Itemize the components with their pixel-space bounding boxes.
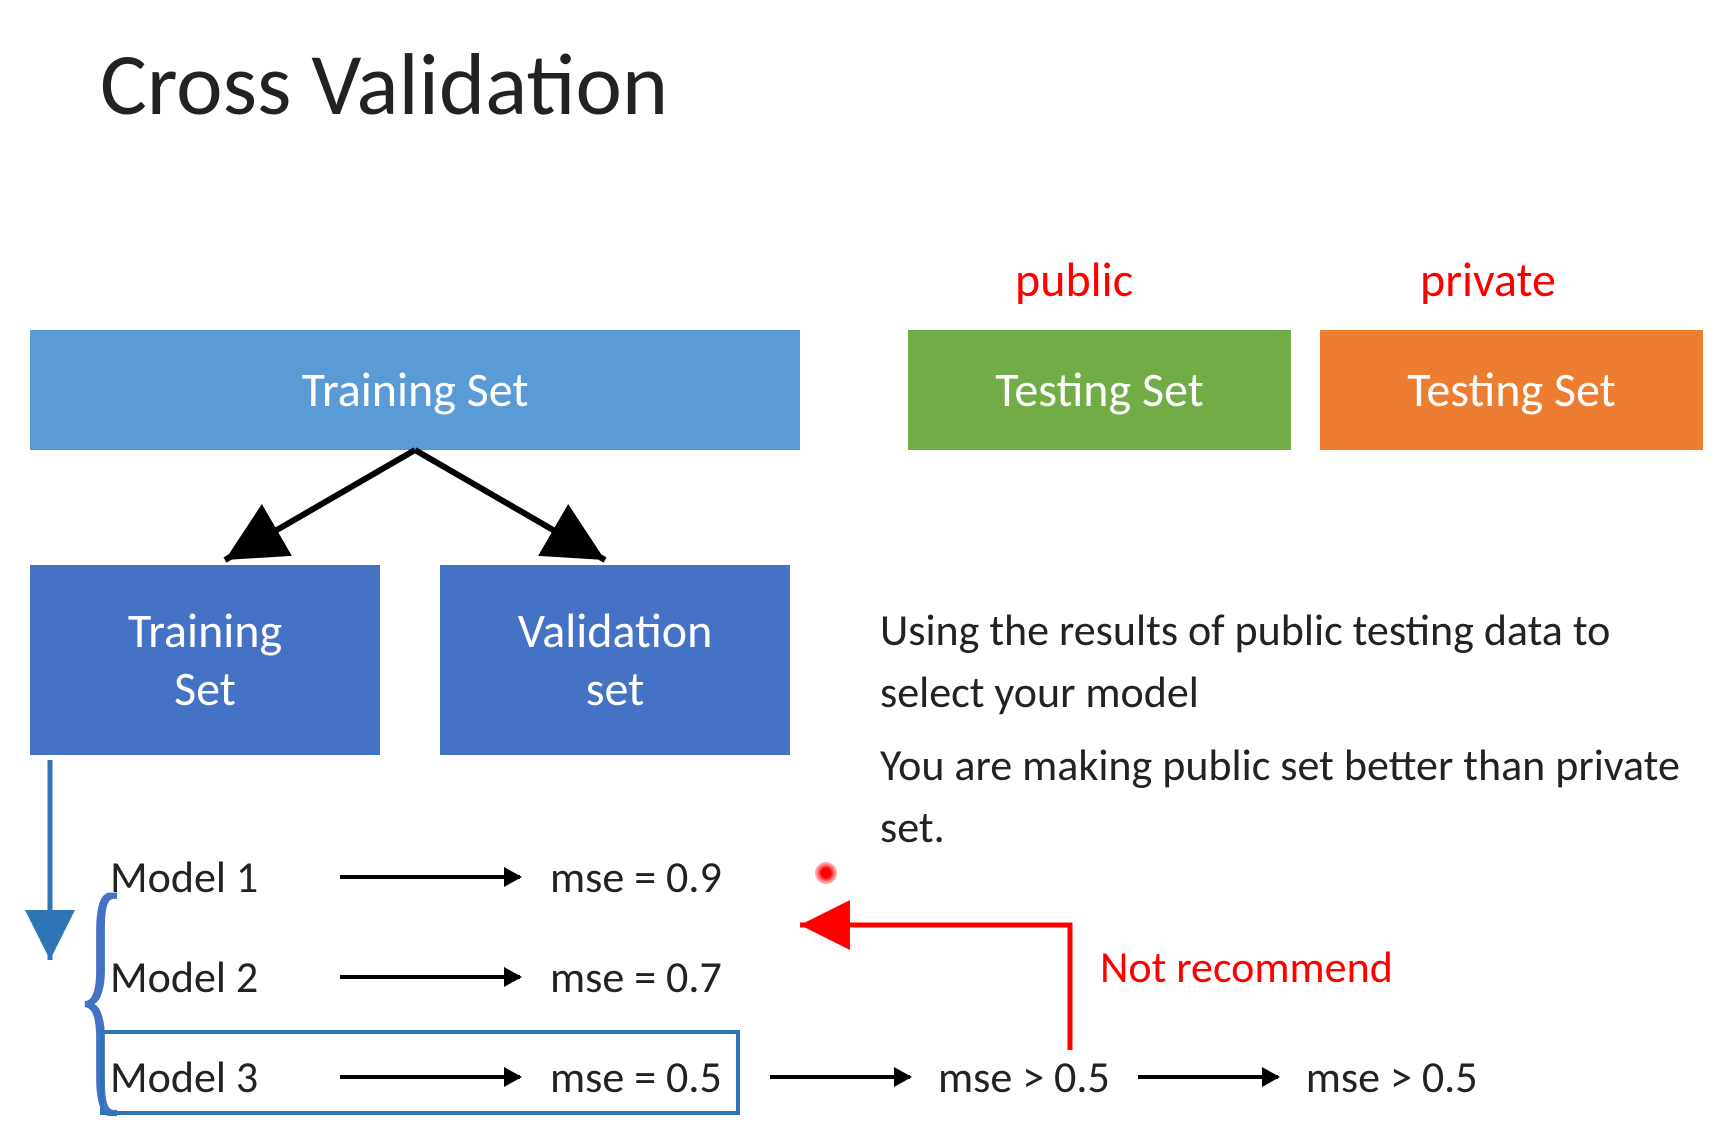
validation-set-box: Validationset — [440, 565, 790, 755]
explanation-line-2: You are making public set better than pr… — [880, 735, 1690, 858]
model-1-mse: mse = 0.9 — [550, 850, 790, 904]
chain-mse-2: mse > 0.5 — [1306, 1050, 1478, 1104]
explanation-text: Using the results of public testing data… — [880, 600, 1690, 858]
public-label: public — [1015, 250, 1133, 309]
explanation-line-1: Using the results of public testing data… — [880, 600, 1690, 723]
testing-set-public-box: Testing Set — [908, 330, 1291, 450]
connector-arrows — [0, 0, 1716, 1115]
training-set-main-box: Training Set — [30, 330, 800, 450]
model-3-highlight-box — [100, 1030, 740, 1115]
laser-pointer-icon — [815, 862, 837, 884]
arrow-right-icon — [770, 1075, 910, 1079]
model-row-2: Model 2 mse = 0.7 — [110, 950, 790, 1004]
mse-chain: mse > 0.5 mse > 0.5 — [770, 1050, 1478, 1104]
private-label: private — [1420, 250, 1556, 309]
model-2-mse: mse = 0.7 — [550, 950, 790, 1004]
model-row-1: Model 1 mse = 0.9 — [110, 850, 790, 904]
chain-mse-1: mse > 0.5 — [938, 1050, 1110, 1104]
testing-set-private-box: Testing Set — [1320, 330, 1703, 450]
arrow-right-icon — [1138, 1075, 1278, 1079]
slide-title: Cross Validation — [100, 30, 668, 138]
arrow-right-icon — [340, 875, 520, 879]
training-set-sub-box: TrainingSet — [30, 565, 380, 755]
model-1-label: Model 1 — [110, 850, 310, 904]
not-recommend-label: Not recommend — [1100, 940, 1393, 994]
model-2-label: Model 2 — [110, 950, 310, 1004]
arrow-right-icon — [340, 975, 520, 979]
